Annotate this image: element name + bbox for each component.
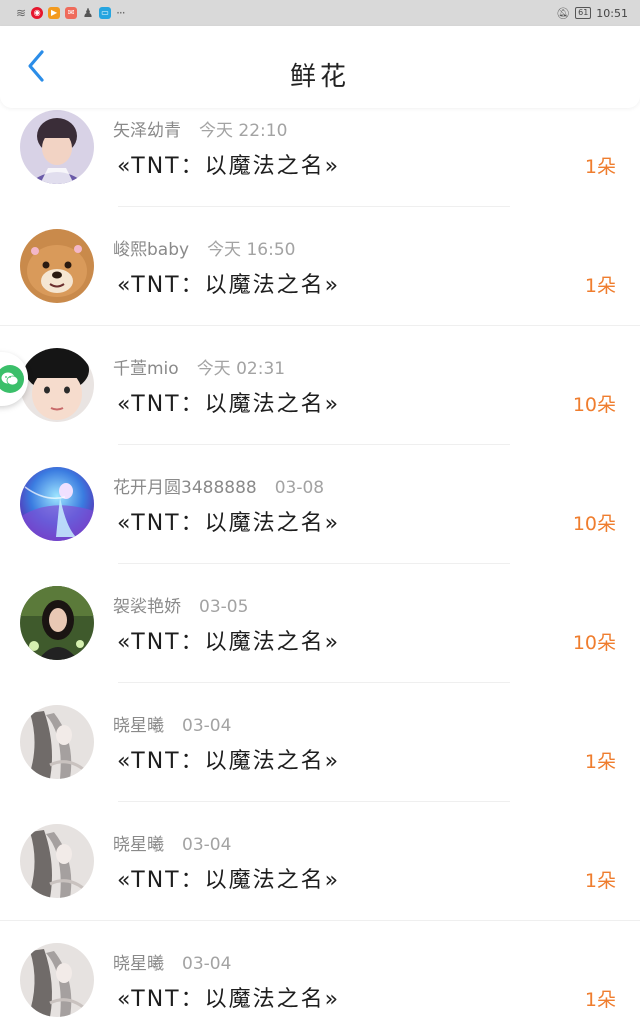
gift-title: «TNT：以魔法之名»: [117, 273, 341, 298]
qq-icon: ♟: [82, 6, 94, 20]
video-icon: ▶: [48, 7, 61, 19]
divider: [118, 801, 510, 802]
divider: [118, 682, 510, 683]
sender-name[interactable]: 袈裟艳娇: [113, 597, 181, 617]
flower-count: 1朵: [584, 156, 616, 178]
flower-count: 1朵: [584, 751, 616, 773]
avatar-boy-purple: [20, 110, 94, 184]
sender-meta: 峻熙baby 今天 16:50: [113, 235, 295, 260]
flower-count: 1朵: [584, 989, 616, 1011]
timestamp: 今天 16:50: [207, 240, 296, 260]
timestamp: 今天 02:31: [196, 359, 286, 379]
flower-count: 1朵: [584, 870, 616, 892]
avatar[interactable]: [20, 229, 94, 303]
list-item[interactable]: 晓星曦 03-04 «TNT：以魔法之名» 1朵: [0, 703, 640, 822]
sender-name[interactable]: 花开月圆3488888: [113, 478, 257, 498]
gift-title: «TNT：以魔法之名»: [117, 868, 341, 893]
flower-count: 1朵: [584, 275, 616, 297]
sender-name[interactable]: 千萱mio: [113, 359, 179, 379]
avatar[interactable]: [20, 110, 94, 184]
tv-icon: ▭: [99, 7, 112, 19]
sender-meta: 袈裟艳娇 03-05: [113, 592, 248, 617]
timestamp: 03-04: [182, 835, 232, 855]
gift-title: «TNT：以魔法之名»: [117, 987, 341, 1012]
list-item[interactable]: 峻熙baby 今天 16:50 «TNT：以魔法之名» 1朵: [0, 227, 640, 346]
avatar-ink-painting: [20, 943, 94, 1017]
gift-title: «TNT：以魔法之名»: [117, 392, 341, 417]
divider: [0, 325, 640, 326]
timestamp: 03-04: [182, 716, 232, 736]
flower-count: 10朵: [572, 513, 616, 535]
gift-title: «TNT：以魔法之名»: [117, 749, 341, 774]
flower-count: 10朵: [572, 632, 616, 654]
flower-count: 10朵: [572, 394, 616, 416]
avatar[interactable]: [20, 943, 94, 1017]
battery-icon: 61: [575, 7, 592, 19]
avatar-girl-green: [20, 586, 94, 660]
avatar[interactable]: [20, 586, 94, 660]
bell-off-icon: 🔕︎: [556, 6, 571, 20]
gift-title: «TNT：以魔法之名»: [117, 511, 341, 536]
list-item[interactable]: 袈裟艳娇 03-05 «TNT：以魔法之名» 10朵: [0, 584, 640, 703]
wechat-share-icon: [0, 365, 24, 393]
divider: [118, 563, 510, 564]
timestamp: 今天 22:10: [199, 121, 288, 141]
sender-meta: 晓星曦 03-04: [113, 830, 231, 855]
gift-title: «TNT：以魔法之名»: [117, 630, 341, 655]
navigation-header: 鲜花: [0, 26, 640, 108]
sender-name[interactable]: 矢泽幼青: [113, 121, 181, 141]
divider: [118, 444, 510, 445]
weibo-icon: ◉: [31, 7, 44, 19]
sender-name[interactable]: 晓星曦: [113, 954, 164, 974]
mail-icon: ✉: [65, 7, 78, 19]
avatar-ink-painting: [20, 824, 94, 898]
list-item[interactable]: 千萱mio 今天 02:31 «TNT：以魔法之名» 10朵: [0, 346, 640, 465]
sender-meta: 千萱mio 今天 02:31: [113, 354, 285, 379]
gift-title: «TNT：以魔法之名»: [117, 154, 341, 179]
avatar[interactable]: [20, 467, 94, 541]
timestamp: 03-05: [199, 597, 249, 617]
status-bar-left: ≋ ◉ ▶ ✉ ♟ ▭ ···: [16, 6, 126, 20]
list-item[interactable]: 矢泽幼青 今天 22:10 «TNT：以魔法之名» 1朵: [0, 108, 640, 227]
sender-name[interactable]: 晓星曦: [113, 716, 164, 736]
timestamp: 03-04: [182, 954, 232, 974]
sender-meta: 晓星曦 03-04: [113, 711, 231, 736]
flower-record-list: 矢泽幼青 今天 22:10 «TNT：以魔法之名» 1朵 峻熙baby 今天 16:…: [0, 108, 640, 1024]
list-item[interactable]: 晓星曦 03-04 «TNT：以魔法之名» 1朵: [0, 941, 640, 1024]
page-title: 鲜花: [289, 62, 350, 92]
status-bar: ≋ ◉ ▶ ✉ ♟ ▭ ··· 🔕︎ 61 10:51: [0, 0, 640, 26]
sender-name[interactable]: 晓星曦: [113, 835, 164, 855]
divider: [0, 920, 640, 921]
avatar[interactable]: [20, 348, 94, 422]
avatar-boy-closeup: [20, 348, 94, 422]
overflow-icon: ···: [116, 6, 126, 20]
sender-name[interactable]: 峻熙baby: [113, 240, 189, 260]
sender-meta: 花开月圆3488888 03-08: [113, 473, 324, 498]
status-bar-right: 🔕︎ 61 10:51: [556, 7, 628, 20]
avatar-blue-fantasy: [20, 467, 94, 541]
clock: 10:51: [596, 6, 628, 20]
avatar-shiba-dog: [20, 229, 94, 303]
avatar[interactable]: [20, 705, 94, 779]
avatar[interactable]: [20, 824, 94, 898]
list-item[interactable]: 花开月圆3488888 03-08 «TNT：以魔法之名» 10朵: [0, 465, 640, 584]
avatar-ink-painting: [20, 705, 94, 779]
timestamp: 03-08: [274, 478, 325, 498]
sender-meta: 矢泽幼青 今天 22:10: [113, 116, 287, 141]
divider: [118, 206, 510, 207]
sender-meta: 晓星曦 03-04: [113, 949, 231, 974]
list-item[interactable]: 晓星曦 03-04 «TNT：以魔法之名» 1朵: [0, 822, 640, 941]
wifi-icon: ≋: [16, 6, 27, 20]
